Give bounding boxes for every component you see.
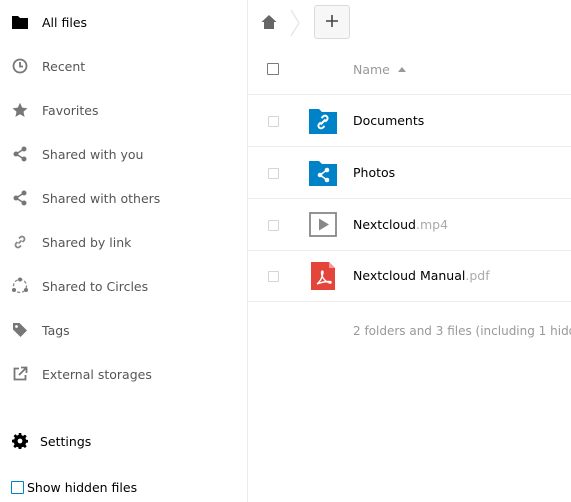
file-name[interactable]: Nextcloud.mp4 [353,217,448,232]
sidebar-item-recent[interactable]: Recent [0,44,247,88]
gear-icon [11,432,29,450]
tag-icon [11,321,29,339]
sidebar-item-label: External storages [42,366,152,382]
sidebar-item-shared-with-you[interactable]: Shared with you [0,132,247,176]
name-column-header[interactable]: Name [353,62,406,77]
sidebar-item-label: Favorites [42,102,99,118]
file-name[interactable]: Documents [353,113,424,128]
share-icon [11,145,29,163]
sidebar-navigation: All files Recent Favorites Shared with y… [0,0,248,502]
row-checkbox[interactable] [268,168,279,179]
link-icon [11,233,29,251]
add-new-button[interactable] [314,5,350,39]
sort-ascending-icon [397,67,406,72]
folder-shared-icon [308,159,338,187]
sidebar-item-label: Shared with others [42,190,161,206]
external-link-icon [11,365,29,383]
pdf-icon [308,262,338,290]
select-all-checkbox[interactable] [267,63,279,75]
circles-icon [11,277,29,295]
name-column-label: Name [353,62,390,77]
star-icon [11,101,29,119]
folder-link-icon [308,107,338,135]
row-checkbox[interactable] [268,271,279,282]
breadcrumb [248,0,571,46]
row-checkbox[interactable] [268,116,279,127]
sidebar-item-label: Tags [42,322,70,338]
file-list-header: Name [248,46,571,95]
sidebar-item-tags[interactable]: Tags [0,308,247,352]
settings-label: Settings [40,433,92,449]
show-hidden-files-checkbox[interactable] [11,481,24,494]
sidebar-item-label: Shared with you [42,146,144,162]
clock-icon [11,57,29,75]
file-row-documents[interactable]: Documents [248,95,571,147]
sidebar-item-label: Recent [42,58,86,74]
share-icon [11,189,29,207]
row-checkbox[interactable] [268,220,279,231]
show-hidden-files-label: Show hidden files [27,480,138,495]
sidebar-item-shared-to-circles[interactable]: Shared to Circles [0,264,247,308]
file-list-summary: 2 folders and 3 files (including 1 hidde… [353,324,571,338]
settings-button[interactable]: Settings [0,419,247,463]
sidebar-item-label: Shared by link [42,234,132,250]
file-name[interactable]: Nextcloud Manual.pdf [353,268,490,283]
plus-icon [325,13,339,32]
file-row-nextcloud-manual-pdf[interactable]: Nextcloud Manual.pdf [248,250,571,302]
sidebar-item-shared-with-others[interactable]: Shared with others [0,176,247,220]
sidebar-item-shared-by-link[interactable]: Shared by link [0,220,247,264]
file-name[interactable]: Photos [353,165,395,180]
file-row-nextcloud-mp4[interactable]: Nextcloud.mp4 [248,199,571,251]
sidebar-item-label: Shared to Circles [42,278,149,294]
show-hidden-files-toggle[interactable]: Show hidden files [11,480,137,495]
chevron-right-icon [290,9,300,41]
home-icon[interactable] [261,14,277,30]
file-list-area: Name Documents Photos Nextcloud.mp4 Next… [248,0,571,502]
sidebar-item-label: All files [42,14,88,30]
sidebar-item-all-files[interactable]: All files [0,0,247,44]
folder-icon [11,13,29,31]
sidebar-item-favorites[interactable]: Favorites [0,88,247,132]
sidebar-item-external-storages[interactable]: External storages [0,352,247,396]
file-row-photos[interactable]: Photos [248,147,571,199]
video-icon [308,211,338,239]
